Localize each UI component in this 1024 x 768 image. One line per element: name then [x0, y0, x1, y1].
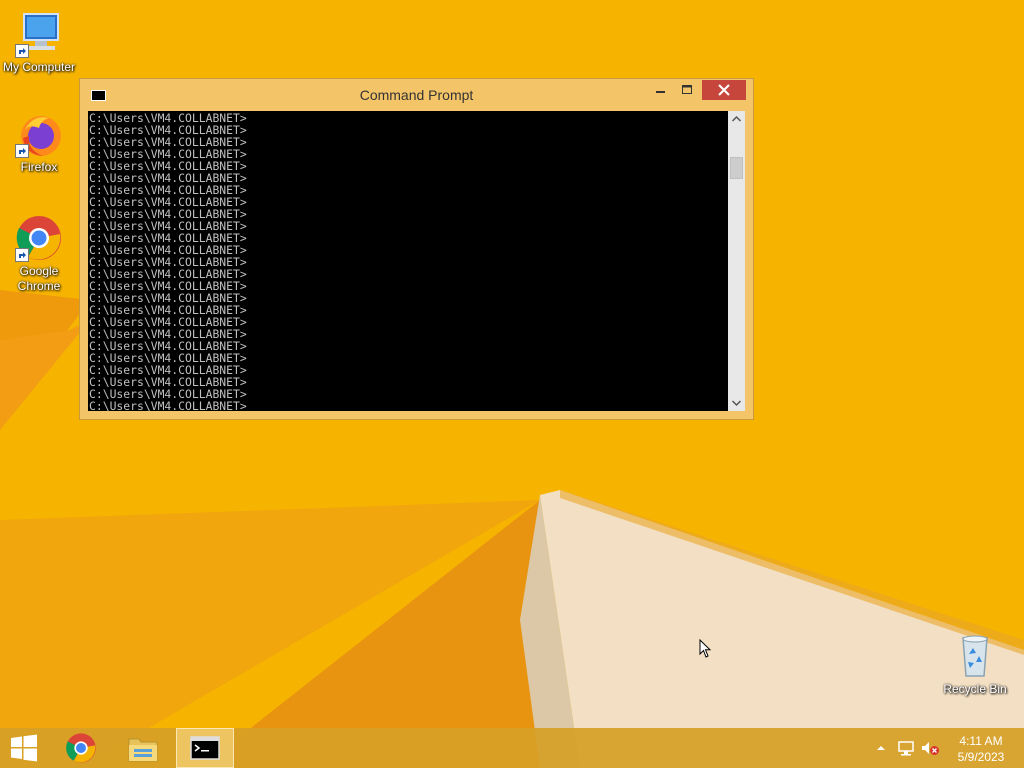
console-output[interactable]: C:\Users\VM4.COLLABNET> C:\Users\VM4.COL…: [88, 111, 728, 411]
taskbar-file-explorer-button[interactable]: [114, 728, 172, 768]
show-hidden-icons-button[interactable]: [874, 738, 888, 758]
maximize-icon: [682, 85, 692, 94]
scroll-up-button[interactable]: [728, 111, 745, 127]
maximize-button[interactable]: [674, 80, 700, 100]
firefox-icon: [15, 110, 63, 158]
command-prompt-icon: [190, 736, 220, 760]
desktop-icon-firefox[interactable]: Firefox: [1, 110, 77, 175]
command-prompt-window[interactable]: Command Prompt C:\Users\VM4.COLLABNET> C…: [79, 78, 754, 420]
mouse-cursor-icon: [699, 639, 712, 658]
desktop-icon-recycle-bin[interactable]: Recycle Bin: [937, 632, 1013, 697]
taskbar-clock[interactable]: 4:11 AM 5/9/2023: [948, 733, 1014, 765]
network-icon: [898, 741, 914, 756]
vertical-scrollbar[interactable]: [728, 111, 745, 411]
scroll-down-button[interactable]: [728, 395, 745, 411]
shortcut-arrow-icon: [15, 44, 29, 58]
chevron-down-icon: [731, 400, 742, 407]
clock-time: 4:11 AM: [959, 734, 1003, 748]
volume-tray-button[interactable]: [920, 738, 940, 758]
recycle-bin-icon: [951, 632, 999, 680]
taskbar: [0, 728, 1024, 768]
console-line: C:\Users\VM4.COLLABNET>: [89, 399, 247, 411]
close-button[interactable]: [702, 80, 746, 100]
volume-muted-icon: [922, 742, 939, 755]
desktop-icon-label: Firefox: [20, 160, 58, 174]
minimize-button[interactable]: [648, 80, 674, 100]
desktop-icon-label: My Computer: [2, 60, 76, 74]
window-titlebar[interactable]: Command Prompt: [80, 79, 753, 111]
taskbar-chrome-button[interactable]: [52, 728, 110, 768]
windows-logo-icon: [11, 734, 37, 762]
chevron-up-icon: [731, 115, 742, 122]
desktop-icon-label: Recycle Bin: [943, 682, 1007, 696]
network-tray-button[interactable]: [896, 738, 916, 758]
scrollbar-thumb[interactable]: [730, 157, 743, 179]
chrome-icon: [66, 733, 96, 763]
computer-icon: [15, 10, 63, 58]
start-button[interactable]: [0, 728, 48, 768]
shortcut-arrow-icon: [15, 248, 29, 262]
chrome-icon: [15, 214, 63, 262]
desktop-icon-google-chrome[interactable]: Google Chrome: [1, 214, 77, 294]
clock-date: 5/9/2023: [957, 750, 1005, 764]
desktop-icon-label: Google Chrome: [17, 264, 61, 293]
taskbar-command-prompt-button[interactable]: [176, 728, 234, 768]
chevron-up-icon: [877, 746, 885, 750]
shortcut-arrow-icon: [15, 144, 29, 158]
folder-icon: [128, 738, 158, 762]
desktop-icon-my-computer[interactable]: My Computer: [1, 10, 77, 75]
minimize-icon: [656, 91, 665, 93]
console-lines: C:\Users\VM4.COLLABNET> C:\Users\VM4.COL…: [89, 112, 247, 411]
close-icon: [718, 84, 730, 96]
